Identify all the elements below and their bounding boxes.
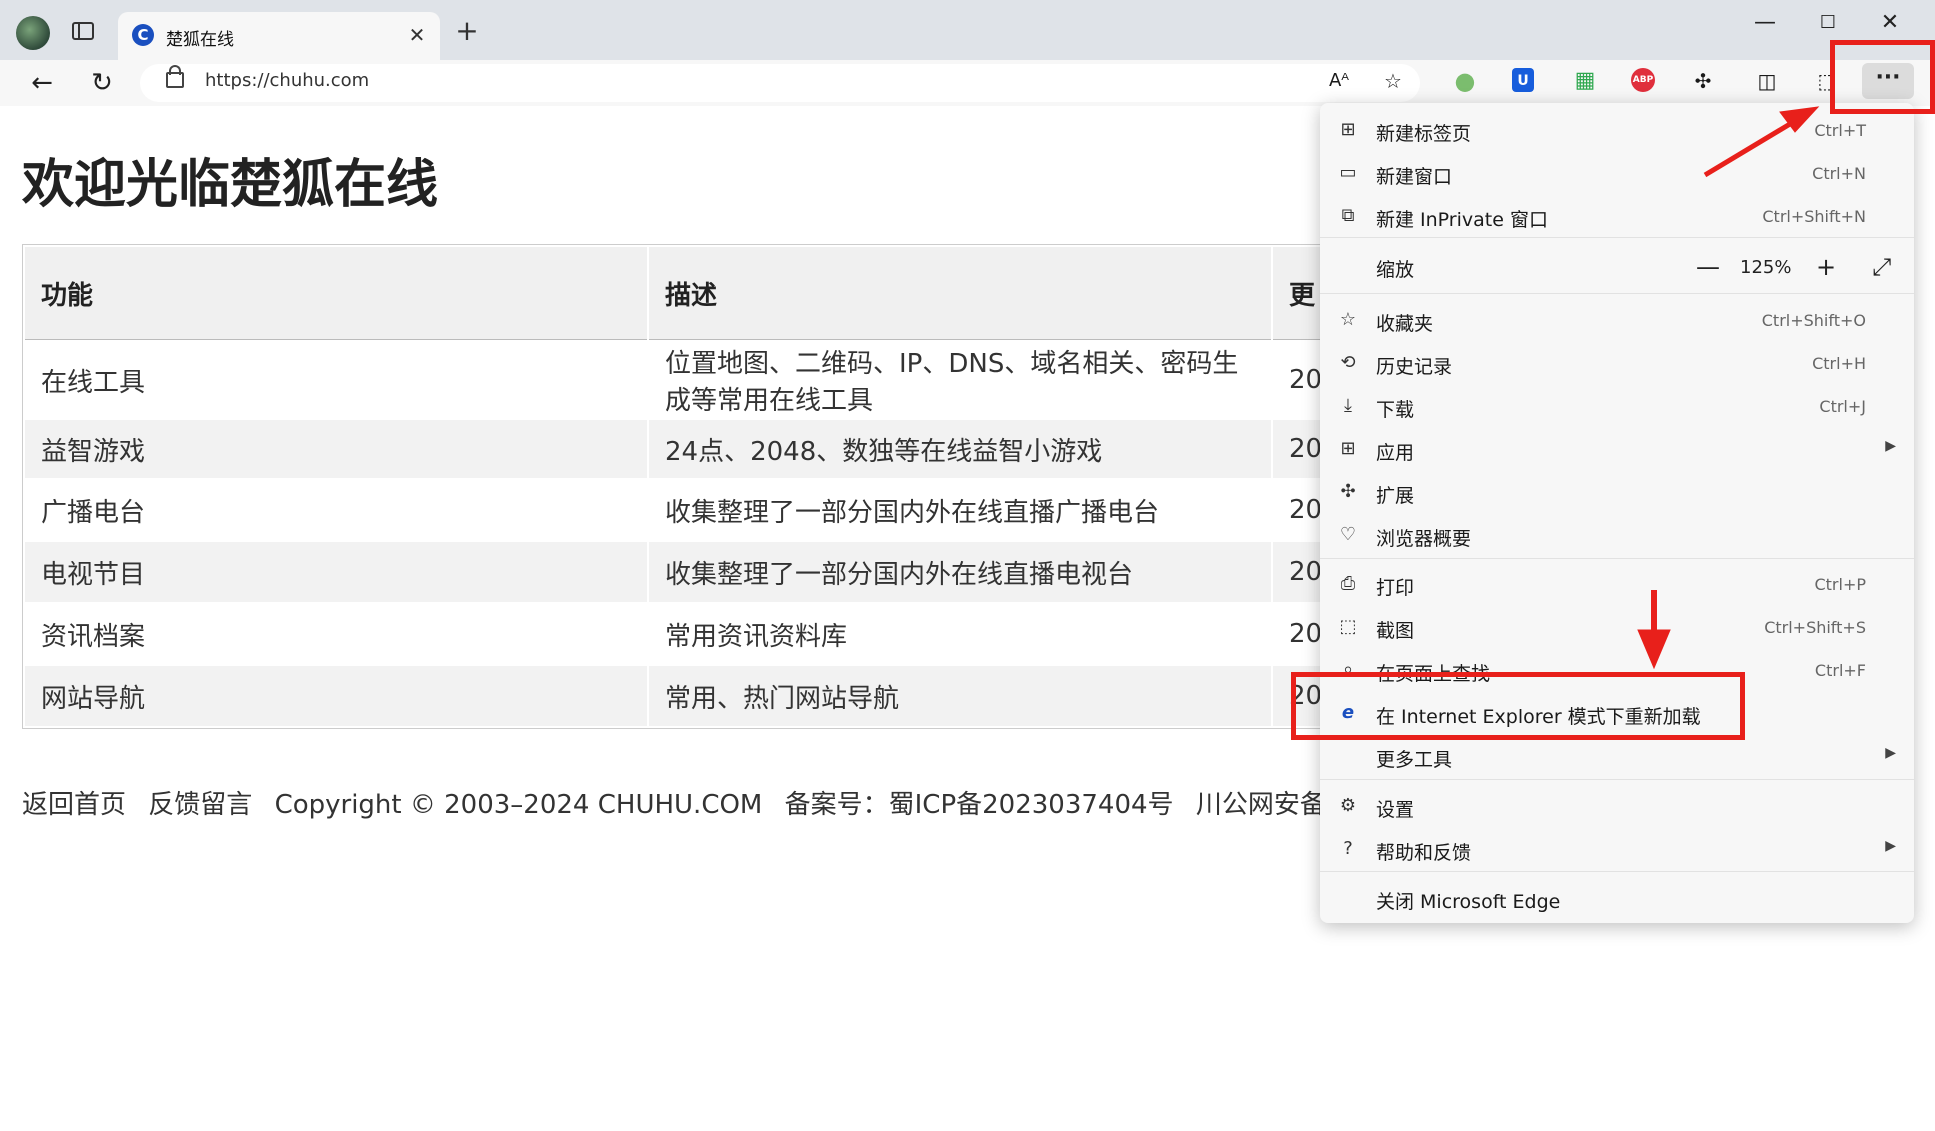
annotation-arrowhead xyxy=(1637,629,1671,670)
annotation-arrows xyxy=(1637,106,1820,670)
annotation-arrow-line xyxy=(1703,115,1802,178)
